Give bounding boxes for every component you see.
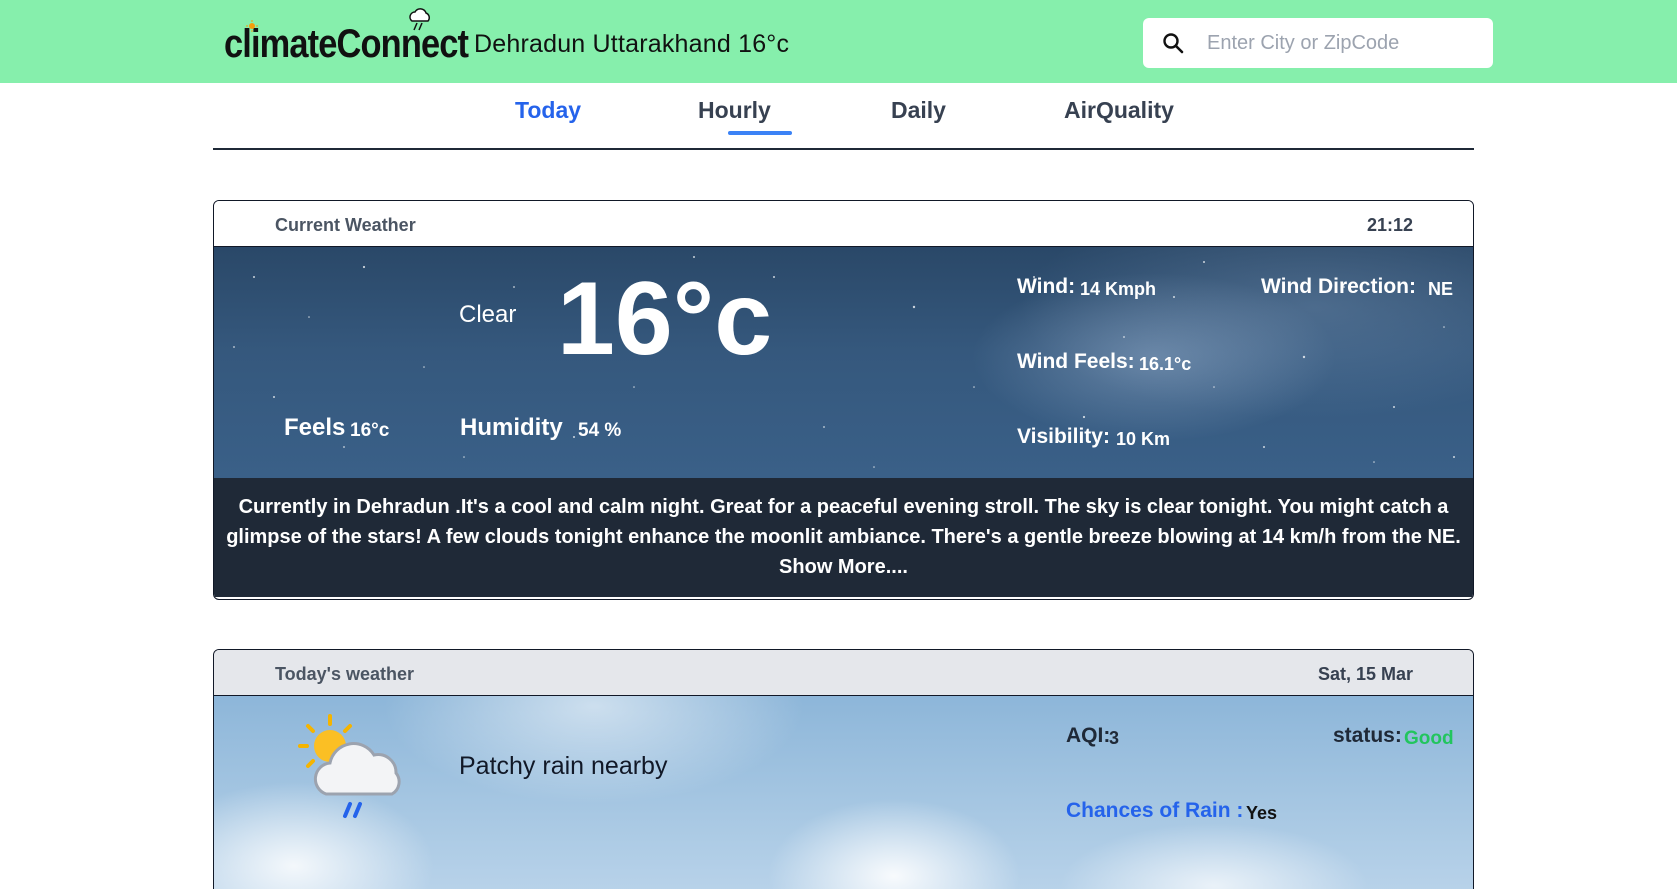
chances-of-rain-value: Yes [1246, 803, 1278, 823]
search-box[interactable] [1143, 18, 1493, 68]
wind-direction-label: Wind Direction: [1261, 275, 1416, 298]
todays-weather-panel: Patchy rain nearby AQI: 3 status: Good C… [214, 696, 1473, 889]
moon-icon [334, 299, 352, 335]
header-location: Dehradun Uttarakhand 16°c [474, 30, 790, 58]
current-time: 21:12 [1366, 215, 1413, 235]
partly-cloudy-rain-icon [298, 714, 401, 818]
current-condition: Clear [459, 301, 517, 328]
todays-weather-header: Today's weather Sat, 15 Mar [214, 650, 1473, 696]
feels-value: 16°c [350, 420, 390, 441]
current-weather-card: Current Weather 21:12 Clear 16°c Feels 1… [213, 200, 1474, 600]
tab-daily[interactable]: Daily [891, 97, 946, 124]
current-weather-header: Current Weather 21:12 [214, 201, 1473, 247]
visibility-value: 10 Km [1116, 429, 1171, 449]
tab-bar: Today Hourly Daily AirQuality [213, 83, 1474, 150]
logo-sun-icon [246, 20, 258, 32]
humidity-label: Humidity [460, 414, 563, 441]
active-tab-indicator [728, 131, 792, 135]
search-input[interactable] [1207, 26, 1477, 60]
status-badge: Good [1404, 728, 1454, 749]
wind-feels-label: Wind Feels: [1017, 350, 1135, 373]
wind-label: Wind: [1017, 275, 1076, 298]
tab-airquality[interactable]: AirQuality [1064, 97, 1174, 124]
show-more-link[interactable]: Show More.... [224, 552, 1463, 582]
chances-of-rain-label: Chances of Rain : [1066, 799, 1244, 822]
weather-description-text: Currently in Dehradun .It's a cool and c… [226, 496, 1461, 548]
todays-date: Sat, 15 Mar [1317, 664, 1413, 684]
wind-direction-value: NE [1428, 279, 1454, 299]
current-weather-panel: Clear 16°c Feels 16°c Humidity 54 % Wind… [214, 247, 1473, 478]
wind-feels-value: 16.1°c [1139, 354, 1192, 374]
todays-condition: Patchy rain nearby [459, 752, 668, 780]
top-header: climateConnect Dehradun Uttarakhand 16°c [0, 0, 1677, 83]
tab-today[interactable]: Today [515, 97, 581, 124]
visibility-label: Visibility: [1017, 425, 1110, 448]
status-label: status: [1333, 724, 1402, 747]
aqi-value: 3 [1109, 728, 1120, 748]
logo-cloud-icon [409, 8, 430, 31]
todays-weather-card: Today's weather Sat, 15 Mar Patchy rain … [213, 649, 1474, 889]
aqi-label: AQI: [1066, 724, 1111, 747]
tab-hourly[interactable]: Hourly [698, 97, 771, 124]
feels-label: Feels [284, 414, 346, 441]
current-temperature: 16°c [557, 261, 773, 377]
search-icon[interactable] [1161, 31, 1185, 55]
humidity-value: 54 % [578, 420, 622, 441]
todays-weather-label: Today's weather [275, 664, 414, 684]
wind-value: 14 Kmph [1080, 279, 1157, 299]
weather-description: Currently in Dehradun .It's a cool and c… [214, 478, 1473, 597]
current-weather-label: Current Weather [275, 215, 416, 235]
